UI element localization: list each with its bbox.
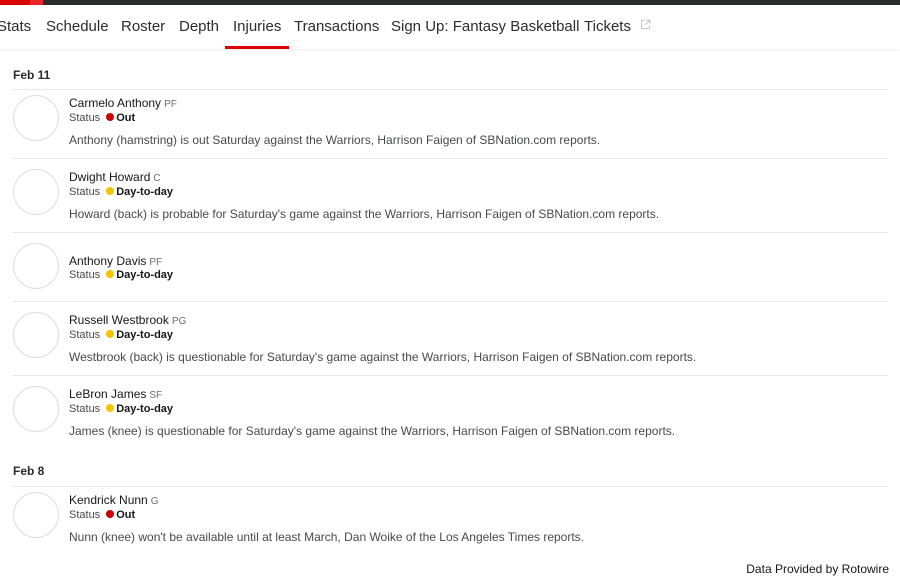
status-label: Status	[69, 509, 101, 521]
player-position: PF	[149, 257, 163, 268]
status-label: Status	[69, 112, 101, 124]
player-position: PG	[171, 316, 187, 327]
avatar[interactable]	[13, 492, 59, 538]
status-value: Day-to-day	[116, 269, 174, 281]
status-dot-icon	[106, 330, 115, 338]
nav-stats[interactable]: Stats	[0, 5, 31, 49]
nav-injuries[interactable]: Injuries	[224, 5, 290, 49]
status-dot-icon	[106, 187, 115, 195]
injury-note: Westbrook (back) is questionable for Sat…	[69, 350, 697, 364]
divider	[13, 301, 888, 302]
injury-note: Anthony (hamstring) is out Saturday agai…	[69, 133, 601, 147]
status-label: Status	[69, 329, 101, 341]
nav-roster[interactable]: Roster	[121, 5, 165, 49]
player-position: C	[153, 173, 161, 184]
player-position: SF	[149, 390, 163, 401]
data-credit: Data Provided by Rotowire	[746, 562, 889, 576]
status-label: Status	[69, 403, 101, 415]
injury-note: Nunn (knee) won't be available until at …	[69, 530, 585, 544]
player-status: Status Out	[69, 112, 135, 124]
player-name-text: Kendrick Nunn	[69, 493, 148, 507]
avatar[interactable]	[13, 386, 59, 432]
date-header: Feb 8	[13, 464, 45, 478]
nav-schedule[interactable]: Schedule	[46, 5, 109, 49]
avatar[interactable]	[13, 95, 59, 141]
player-position: PF	[164, 99, 177, 110]
date-header: Feb 11	[13, 68, 51, 82]
status-value: Out	[116, 509, 136, 521]
status-value: Day-to-day	[116, 329, 174, 341]
nav-tickets[interactable]: Tickets	[584, 5, 651, 49]
divider	[13, 89, 888, 90]
player-name[interactable]: Kendrick Nunn G	[69, 493, 159, 507]
status-value: Out	[116, 112, 136, 124]
status-value: Day-to-day	[116, 186, 174, 198]
player-status: Status Out	[69, 509, 135, 521]
player-name[interactable]: Anthony Davis PF	[69, 254, 162, 268]
status-value: Day-to-day	[116, 403, 174, 415]
status-label: Status	[69, 269, 101, 281]
player-name-text: Russell Westbrook	[69, 313, 169, 327]
player-status: Status Day-to-day	[69, 403, 173, 415]
player-name-text: LeBron James	[69, 387, 147, 401]
injury-note: James (knee) is questionable for Saturda…	[69, 424, 676, 438]
avatar[interactable]	[13, 243, 59, 289]
injury-note: Howard (back) is probable for Saturday's…	[69, 207, 660, 221]
status-dot-icon	[106, 113, 115, 121]
player-name[interactable]: Russell Westbrook PG	[69, 313, 186, 327]
player-name[interactable]: Dwight Howard C	[69, 170, 161, 184]
player-status: Status Day-to-day	[69, 269, 173, 281]
player-status: Status Day-to-day	[69, 329, 173, 341]
avatar[interactable]	[13, 169, 59, 215]
status-dot-icon	[106, 270, 115, 278]
player-name-text: Carmelo Anthony	[69, 96, 162, 110]
nav-fantasy-signup[interactable]: Sign Up: Fantasy Basketball	[391, 5, 579, 49]
player-position: G	[150, 496, 159, 507]
player-name-text: Dwight Howard	[69, 170, 151, 184]
divider	[13, 158, 888, 159]
status-dot-icon	[106, 510, 115, 518]
external-link-icon	[641, 19, 651, 29]
injuries-card: Feb 11 Carmelo Anthony PF Status Out Antho…	[0, 49, 900, 587]
status-label: Status	[69, 186, 101, 198]
divider	[13, 486, 888, 487]
nav-depth[interactable]: Depth	[179, 5, 219, 49]
player-name[interactable]: Carmelo Anthony PF	[69, 96, 177, 110]
team-subnav: Stats Schedule Roster Depth Injuries Tra…	[0, 5, 900, 49]
nav-tickets-label: Tickets	[584, 18, 631, 35]
player-name-text: Anthony Davis	[69, 254, 147, 268]
status-dot-icon	[106, 404, 115, 412]
player-status: Status Day-to-day	[69, 186, 173, 198]
player-name[interactable]: LeBron James SF	[69, 387, 162, 401]
avatar[interactable]	[13, 312, 59, 358]
nav-transactions[interactable]: Transactions	[294, 5, 379, 49]
divider	[13, 375, 888, 376]
divider	[13, 232, 888, 233]
